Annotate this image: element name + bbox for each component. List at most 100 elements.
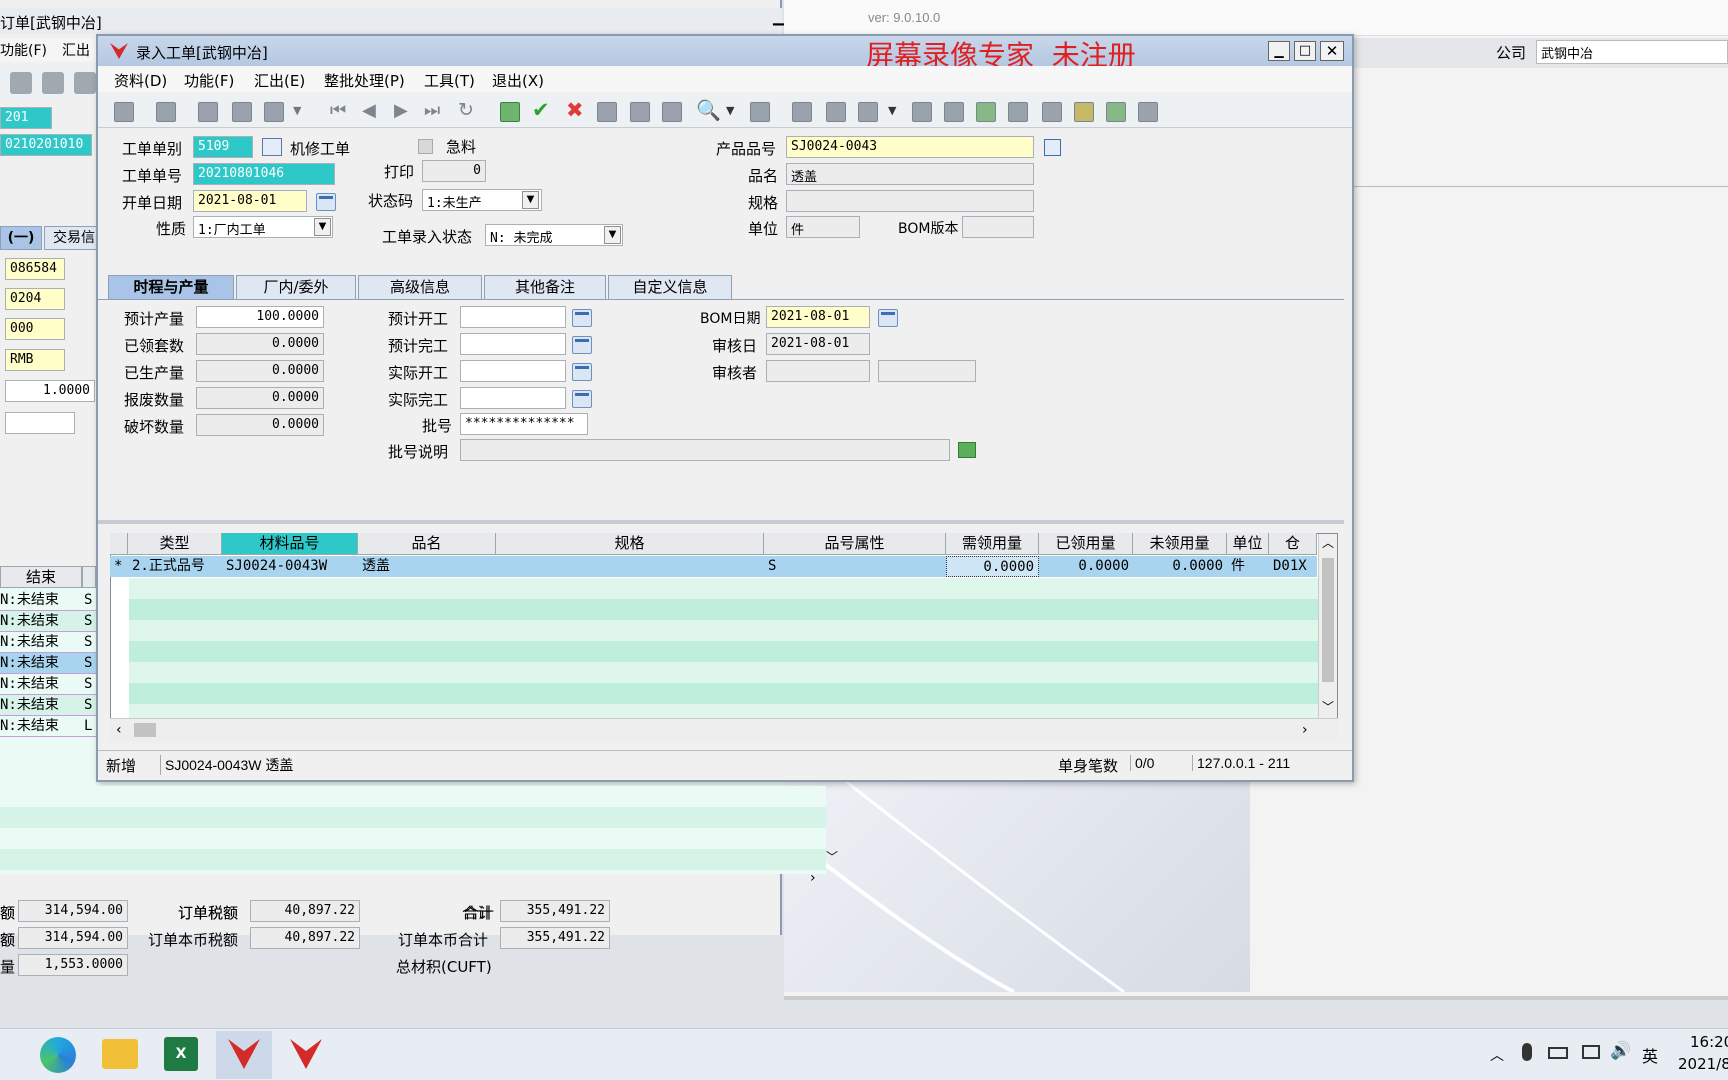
new-icon[interactable] xyxy=(114,102,134,122)
bg-table-row[interactable]: N:未结束 L xyxy=(0,716,96,737)
nature-dropdown-icon[interactable]: ▼ xyxy=(314,218,331,236)
edge-browser-icon[interactable] xyxy=(40,1037,76,1073)
bg-print-icon[interactable] xyxy=(74,72,96,94)
type-field[interactable]: 5109 xyxy=(193,136,253,158)
bg-field-5[interactable]: 000 xyxy=(5,318,65,340)
col-type[interactable]: 类型 xyxy=(128,533,222,555)
col-name[interactable]: 品名 xyxy=(358,533,496,555)
confirm-icon[interactable]: ✔ xyxy=(532,98,550,122)
cell-need[interactable]: 0.0000 xyxy=(946,556,1039,577)
batch-field[interactable]: ************** xyxy=(460,413,588,435)
bom-date-field[interactable]: 2021-08-01 xyxy=(766,306,870,328)
check-list-icon[interactable] xyxy=(1074,102,1094,122)
print-dropdown-icon[interactable]: ▼ xyxy=(293,104,301,117)
horizontal-scrollbar[interactable]: ‹ › xyxy=(110,718,1338,742)
entry-status-dropdown-icon[interactable]: ▼ xyxy=(604,226,621,244)
status-code-dropdown-icon[interactable]: ▼ xyxy=(522,191,539,209)
plan-start-calendar-icon[interactable] xyxy=(572,309,592,327)
h-scroll-thumb[interactable] xyxy=(134,723,156,737)
copy-icon[interactable] xyxy=(156,102,176,122)
minimize-button[interactable]: ▁ xyxy=(1268,41,1290,61)
tab-advanced[interactable]: 高级信息 xyxy=(358,275,482,300)
col-spec[interactable]: 规格 xyxy=(496,533,764,555)
col-item-no[interactable]: 材料品号 xyxy=(222,533,358,555)
preview-dropdown-icon[interactable]: ▼ xyxy=(888,104,896,117)
last-record-icon[interactable]: ⏭ xyxy=(424,100,440,121)
first-record-icon[interactable]: ⏮ xyxy=(330,100,346,121)
type-lookup-icon[interactable] xyxy=(262,138,282,156)
tray-chevron-icon[interactable]: ︿ xyxy=(1490,1045,1504,1065)
bg-table-row[interactable]: N:未结束 S xyxy=(0,590,96,611)
clock-time[interactable]: 16:20 xyxy=(1690,1033,1728,1051)
plan-start-field[interactable] xyxy=(460,306,566,328)
table-row[interactable]: * 2.正式品号 SJ0024-0043W 透盖 S 0.0000 0.0000… xyxy=(110,556,1317,577)
vertical-scrollbar[interactable]: ︿ ﹀ xyxy=(1318,534,1337,718)
menu-exit[interactable]: 退出(X) xyxy=(492,70,544,91)
prev-record-icon[interactable]: ◀ xyxy=(362,100,376,121)
tab-custom[interactable]: 自定义信息 xyxy=(608,275,732,300)
form-icon-3[interactable] xyxy=(662,102,682,122)
delete-icon[interactable] xyxy=(232,102,252,122)
erp-app-icon-2[interactable] xyxy=(290,1039,322,1069)
find-icon[interactable] xyxy=(976,102,996,122)
network-icon[interactable] xyxy=(1582,1045,1600,1059)
volume-icon[interactable]: 🔊 xyxy=(1610,1041,1631,1061)
bg-tab-2[interactable]: 交易信 xyxy=(44,226,100,250)
file-explorer-icon[interactable] xyxy=(102,1039,138,1069)
ime-indicator[interactable]: 英 xyxy=(1642,1043,1658,1067)
bom-date-calendar-icon[interactable] xyxy=(878,309,898,327)
form-icon-2[interactable] xyxy=(630,102,650,122)
bg-delete-icon[interactable] xyxy=(42,72,64,94)
menu-export[interactable]: 汇出(E) xyxy=(254,70,305,91)
clock-date[interactable]: 2021/8 xyxy=(1678,1055,1728,1073)
bg-edit-icon[interactable] xyxy=(10,72,32,94)
bg-field-1[interactable]: 201 xyxy=(0,107,52,129)
menu-function[interactable]: 功能(F) xyxy=(184,70,234,91)
search-dropdown-icon[interactable]: ▼ xyxy=(726,104,734,117)
blank-icon[interactable] xyxy=(1138,102,1158,122)
search-icon[interactable]: 🔍 xyxy=(696,98,721,122)
grid-icon[interactable] xyxy=(1008,102,1028,122)
company-field[interactable]: 武钢中冶 xyxy=(1536,40,1728,64)
tab-outsourcing[interactable]: 厂内/委外 xyxy=(236,275,356,300)
bg-table-row[interactable]: N:未结束 S xyxy=(0,632,96,653)
product-field[interactable]: SJ0024-0043 xyxy=(786,136,1034,158)
bg-table-row[interactable]: N:未结束 S xyxy=(0,653,96,674)
actual-end-field[interactable] xyxy=(460,387,566,409)
plan-qty-field[interactable]: 100.0000 xyxy=(196,306,324,328)
document-icon[interactable] xyxy=(944,102,964,122)
col-attr[interactable]: 品号属性 xyxy=(764,533,946,555)
scroll-left-icon[interactable]: ‹ xyxy=(116,722,122,738)
bg-menu-function[interactable]: 功能(F) xyxy=(0,40,47,60)
actual-start-field[interactable] xyxy=(460,360,566,382)
bg-scroll-down-icon[interactable]: ﹀ xyxy=(826,848,838,865)
actual-end-calendar-icon[interactable] xyxy=(572,390,592,408)
scroll-up-icon[interactable]: ︿ xyxy=(1322,534,1334,551)
menu-tools[interactable]: 工具(T) xyxy=(424,70,475,91)
bg-field-3[interactable]: 086584 xyxy=(5,258,65,280)
bg-field-6[interactable]: RMB xyxy=(5,349,65,371)
scroll-down-icon[interactable]: ﹀ xyxy=(1322,698,1334,715)
col-remain[interactable]: 未领用量 xyxy=(1133,533,1227,555)
date-field[interactable]: 2021-08-01 xyxy=(193,190,307,212)
urgent-checkbox[interactable] xyxy=(418,139,433,154)
nature-select[interactable]: 1:厂内工单 xyxy=(193,216,333,238)
menu-batch[interactable]: 整批处理(P) xyxy=(324,70,405,91)
entry-status-select[interactable]: N: 未完成 xyxy=(485,224,623,246)
bg-scroll-right-icon[interactable]: › xyxy=(810,870,816,886)
bg-field-8[interactable] xyxy=(5,412,75,434)
date-calendar-icon[interactable] xyxy=(316,193,336,211)
microphone-icon[interactable] xyxy=(1522,1043,1532,1061)
col-need[interactable]: 需领用量 xyxy=(946,533,1039,555)
table-icon[interactable] xyxy=(826,102,846,122)
bg-menu-export[interactable]: 汇出 xyxy=(62,40,90,60)
no-field[interactable]: 20210801046 xyxy=(193,163,335,185)
product-lookup-icon[interactable] xyxy=(1044,139,1061,156)
col-warehouse[interactable]: 仓 xyxy=(1269,533,1317,555)
edit-icon[interactable] xyxy=(198,102,218,122)
excel-icon[interactable]: X xyxy=(164,1037,198,1071)
plan-end-field[interactable] xyxy=(460,333,566,355)
col-unit[interactable]: 单位 xyxy=(1227,533,1269,555)
maximize-button[interactable]: □ xyxy=(1294,41,1316,61)
calculator-icon[interactable] xyxy=(500,102,520,122)
